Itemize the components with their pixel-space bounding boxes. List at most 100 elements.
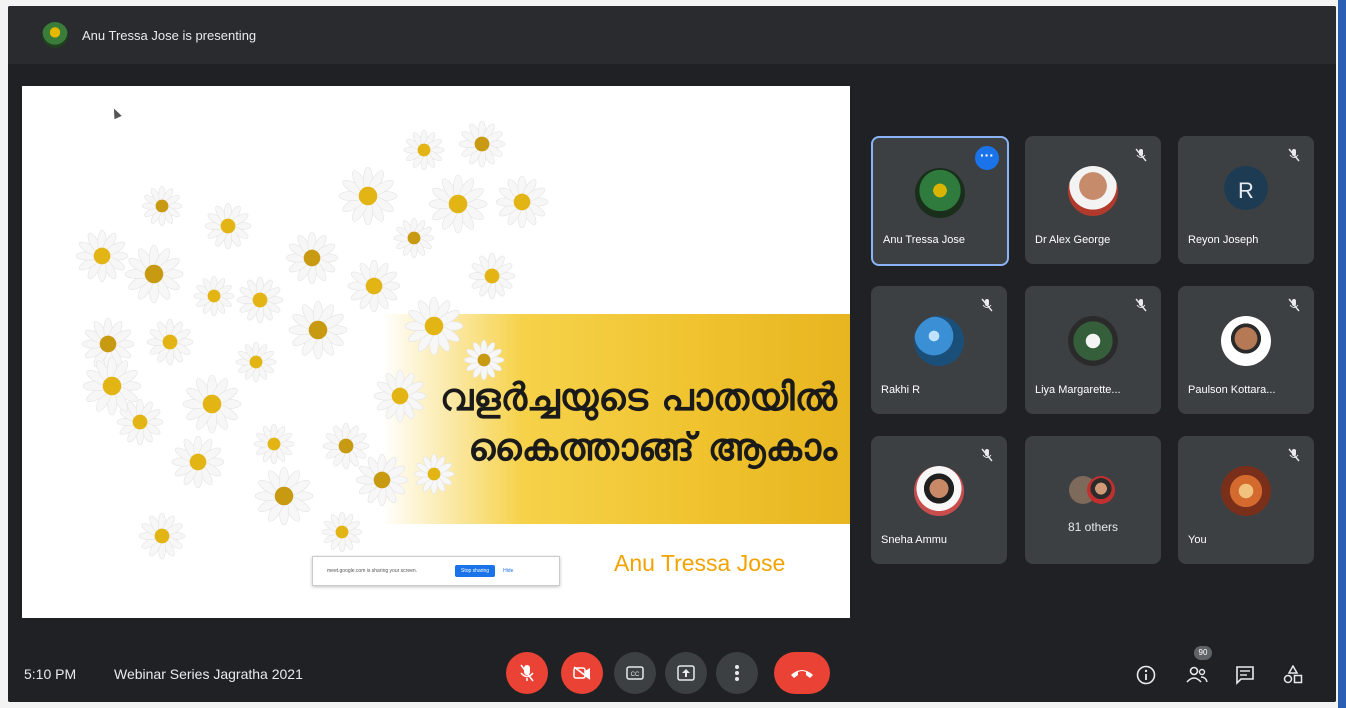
captions-icon: CC bbox=[626, 666, 644, 680]
participant-name: Anu Tressa Jose bbox=[883, 234, 965, 246]
meet-window: Anu Tressa Jose is presenting വളർച്ചയുടെ… bbox=[8, 6, 1336, 702]
presenting-banner: Anu Tressa Jose is presenting bbox=[8, 6, 1336, 64]
participant-name: Liya Margarette... bbox=[1035, 384, 1121, 396]
present-now-button[interactable] bbox=[665, 652, 707, 694]
present-icon bbox=[677, 665, 695, 681]
participant-tile-dr-alex-george[interactable]: Dr Alex George bbox=[1025, 136, 1161, 264]
participant-tile-liya-margarette[interactable]: Liya Margarette... bbox=[1025, 286, 1161, 414]
participant-tile-rakhi-r[interactable]: Rakhi R bbox=[871, 286, 1007, 414]
hide-button[interactable]: Hide bbox=[503, 568, 513, 574]
participant-name: Sneha Ammu bbox=[881, 534, 948, 546]
hang-up-icon bbox=[791, 670, 813, 678]
camera-off-icon bbox=[573, 666, 591, 680]
avatar bbox=[1068, 316, 1118, 366]
chat-icon bbox=[1236, 666, 1254, 685]
daisy bbox=[141, 185, 183, 227]
daisy bbox=[254, 466, 314, 526]
avatar: R bbox=[1224, 166, 1268, 210]
meeting-details-button[interactable] bbox=[1135, 664, 1157, 686]
avatar bbox=[915, 168, 965, 218]
presenter-avatar bbox=[42, 22, 68, 48]
activities-icon bbox=[1283, 665, 1303, 684]
mic-off-icon bbox=[1288, 448, 1300, 462]
daisy bbox=[75, 229, 129, 283]
daisy bbox=[285, 231, 339, 285]
avatar bbox=[914, 316, 964, 366]
daisy bbox=[495, 175, 549, 229]
slide-title: വളർച്ചയുടെ പാതയിൽ കൈത്താങ്ങ് ആകാം bbox=[367, 372, 837, 472]
daisy bbox=[468, 252, 516, 300]
clock: 5:10 PM bbox=[24, 666, 77, 682]
slide-title-line1: വളർച്ചയുടെ പാതയിൽ bbox=[439, 375, 837, 419]
mic-toggle-button[interactable] bbox=[506, 652, 548, 694]
participant-tile-reyon-joseph[interactable]: R Reyon Joseph bbox=[1178, 136, 1314, 264]
mic-off-icon bbox=[981, 298, 993, 312]
sharing-notice: meet.google.com is sharing your screen. bbox=[327, 568, 418, 574]
daisy bbox=[321, 511, 363, 553]
others-count: 81 others bbox=[1067, 520, 1119, 534]
leave-call-button[interactable] bbox=[774, 652, 830, 694]
camera-toggle-button[interactable] bbox=[561, 652, 603, 694]
daisy bbox=[322, 422, 370, 470]
daisy bbox=[393, 217, 435, 259]
participant-name: Reyon Joseph bbox=[1188, 234, 1259, 246]
mic-off-icon bbox=[520, 664, 534, 682]
avatar bbox=[1087, 476, 1115, 504]
svg-text:CC: CC bbox=[631, 672, 640, 678]
people-button[interactable] bbox=[1186, 664, 1208, 686]
daisy bbox=[124, 244, 184, 304]
more-vert-icon bbox=[735, 665, 739, 681]
activities-button[interactable] bbox=[1282, 664, 1304, 686]
meeting-controls-bar: 5:10 PM Webinar Series Jagratha 2021 CC … bbox=[8, 630, 1336, 702]
slide-title-line2: കൈത്താങ്ങ് ആകാം bbox=[468, 425, 837, 469]
daisy bbox=[235, 341, 277, 383]
daisy bbox=[288, 300, 348, 360]
daisy bbox=[204, 202, 252, 250]
daisy bbox=[193, 275, 235, 317]
daisy bbox=[403, 129, 445, 171]
participant-tile-sneha-ammu[interactable]: Sneha Ammu bbox=[871, 436, 1007, 564]
participant-tile-paulson-kottara[interactable]: Paulson Kottara... bbox=[1178, 286, 1314, 414]
avatar bbox=[1221, 316, 1271, 366]
mic-off-icon bbox=[981, 448, 993, 462]
people-icon bbox=[1186, 666, 1208, 683]
participant-tile-anu-tressa-jose[interactable]: ··· Anu Tressa Jose bbox=[871, 136, 1009, 266]
daisy bbox=[253, 423, 295, 465]
daisy bbox=[347, 259, 401, 313]
mic-off-icon bbox=[1135, 148, 1147, 162]
slide-author: Anu Tressa Jose bbox=[614, 550, 786, 576]
participant-name: You bbox=[1188, 534, 1207, 546]
avatar bbox=[1068, 166, 1118, 216]
daisy bbox=[138, 512, 186, 560]
daisy bbox=[338, 166, 398, 226]
chat-button[interactable] bbox=[1234, 664, 1256, 686]
participant-name: Paulson Kottara... bbox=[1188, 384, 1276, 396]
daisy bbox=[146, 318, 194, 366]
presenting-text: Anu Tressa Jose is presenting bbox=[82, 27, 257, 43]
participant-name: Rakhi R bbox=[881, 384, 921, 396]
mic-off-icon bbox=[1288, 298, 1300, 312]
participant-tile-others[interactable]: 81 others bbox=[1025, 436, 1161, 564]
mic-off-icon bbox=[1288, 148, 1300, 162]
avatar bbox=[914, 466, 964, 516]
presentation-slide: വളർച്ചയുടെ പാതയിൽ കൈത്താങ്ങ് ആകാം meet.g… bbox=[22, 86, 850, 618]
meeting-title: Webinar Series Jagratha 2021 bbox=[114, 666, 303, 682]
daisy bbox=[458, 120, 506, 168]
mic-off-icon bbox=[1135, 298, 1147, 312]
info-icon bbox=[1136, 665, 1156, 685]
participant-count-badge: 90 bbox=[1194, 646, 1212, 660]
daisy bbox=[428, 174, 488, 234]
daisy bbox=[182, 374, 242, 434]
daisy-flowers-image bbox=[75, 120, 549, 560]
more-options-icon[interactable]: ··· bbox=[975, 146, 999, 170]
participant-name: Dr Alex George bbox=[1035, 234, 1111, 246]
daisy bbox=[171, 435, 225, 489]
window-edge bbox=[1338, 0, 1346, 708]
daisy bbox=[236, 276, 284, 324]
captions-button[interactable]: CC bbox=[614, 652, 656, 694]
more-options-button[interactable] bbox=[716, 652, 758, 694]
avatar bbox=[1221, 466, 1271, 516]
daisy bbox=[404, 296, 464, 356]
stop-sharing-button[interactable]: Stop sharing bbox=[455, 565, 496, 577]
participant-tile-you[interactable]: You bbox=[1178, 436, 1314, 564]
